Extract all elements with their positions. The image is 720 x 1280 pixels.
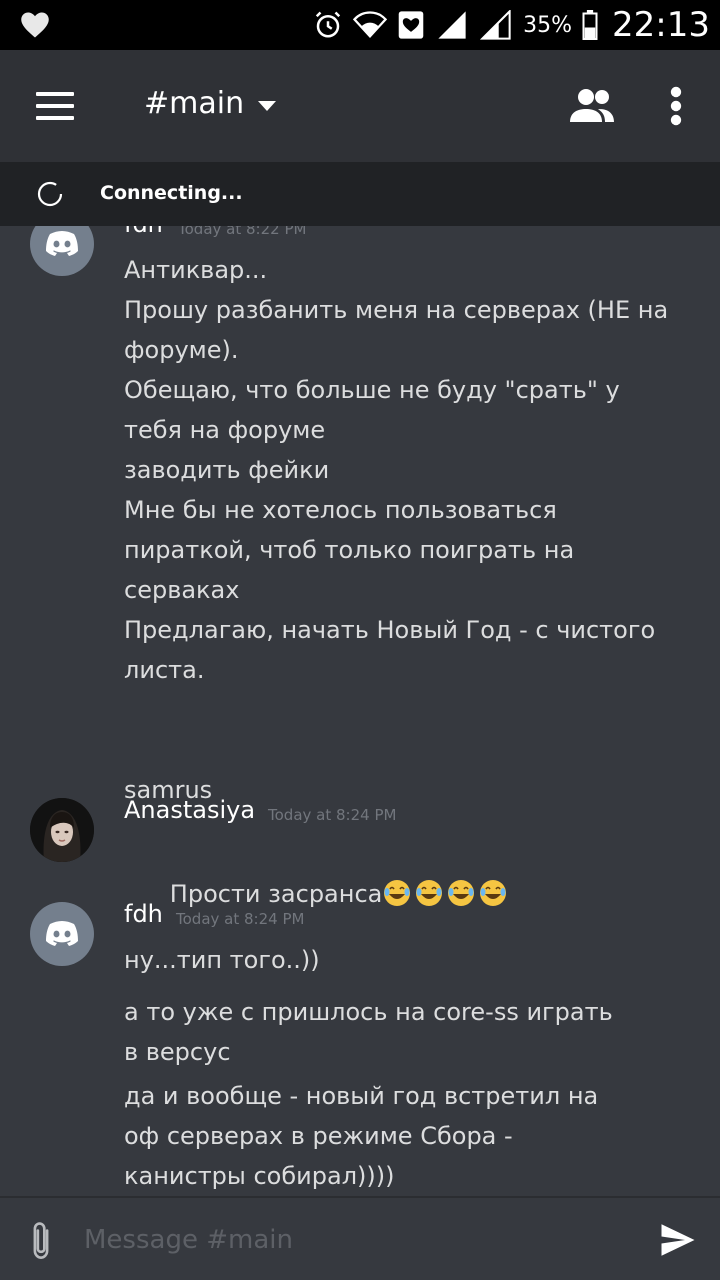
- alarm-icon: [313, 10, 343, 40]
- message-content: Прости засранса: [124, 834, 704, 954]
- attach-button[interactable]: [28, 1220, 54, 1262]
- signal-icon: [435, 10, 469, 40]
- message-author[interactable]: Anastasiya: [124, 796, 255, 824]
- message-list[interactable]: fdh Today at 8:22 PM Антиквар... Прошу р…: [0, 226, 720, 1196]
- message-timestamp: Today at 8:24 PM: [268, 806, 397, 824]
- message-timestamp: Today at 8:22 PM: [178, 226, 307, 238]
- message-content: Антиквар... Прошу разбанить меня на серв…: [124, 256, 669, 804]
- message-content: ну...тип того..)): [124, 946, 320, 974]
- status-bar: 35% 22:13: [0, 0, 720, 50]
- caret-down-icon: [258, 100, 277, 111]
- laughing-tears-emoji-icon: [448, 880, 475, 906]
- members-icon: [570, 89, 614, 122]
- message-author[interactable]: fdh: [124, 226, 163, 238]
- more-vertical-icon: [670, 86, 682, 126]
- message-content: а то уже с пришлось на core-ss играть в …: [124, 998, 621, 1066]
- message-input[interactable]: [84, 1218, 624, 1262]
- laughing-tears-emoji-icon: [480, 880, 507, 906]
- heart-badge-icon: [397, 10, 425, 40]
- signal-icon-2: [479, 10, 513, 40]
- heart-icon: [21, 12, 49, 38]
- send-icon: [661, 1224, 695, 1256]
- discord-logo-icon: [46, 231, 78, 256]
- app-bar: #main: [0, 50, 720, 162]
- laughing-tears-emoji-icon: [384, 880, 411, 906]
- message-author[interactable]: fdh: [124, 900, 163, 928]
- channel-selector[interactable]: #main: [144, 86, 277, 121]
- battery-percent: 35%: [523, 12, 573, 38]
- connection-banner: Connecting...: [0, 162, 720, 226]
- connection-status: Connecting...: [100, 182, 243, 204]
- laughing-tears-emoji-icon: [416, 880, 443, 906]
- wifi-icon: [353, 10, 388, 40]
- menu-icon: [36, 92, 76, 120]
- paperclip-icon: [33, 1222, 49, 1259]
- more-options-button[interactable]: [664, 86, 688, 126]
- loading-spinner-icon: [37, 181, 63, 207]
- members-button[interactable]: [568, 86, 616, 126]
- clock: 22:13: [612, 5, 710, 45]
- avatar[interactable]: [30, 798, 94, 862]
- message-composer: [0, 1196, 720, 1280]
- avatar[interactable]: [30, 226, 94, 276]
- discord-logo-icon: [46, 921, 78, 946]
- message-timestamp: Today at 8:24 PM: [176, 910, 305, 928]
- menu-button[interactable]: [36, 92, 76, 122]
- battery-icon: [582, 10, 598, 40]
- channel-name: #main: [144, 86, 245, 121]
- user-photo-icon: [30, 798, 94, 862]
- message-text: Прости засранса: [169, 880, 383, 908]
- send-button[interactable]: [660, 1224, 696, 1256]
- message-content: да и вообще - новый год встретил на оф с…: [124, 1082, 606, 1190]
- avatar[interactable]: [30, 902, 94, 966]
